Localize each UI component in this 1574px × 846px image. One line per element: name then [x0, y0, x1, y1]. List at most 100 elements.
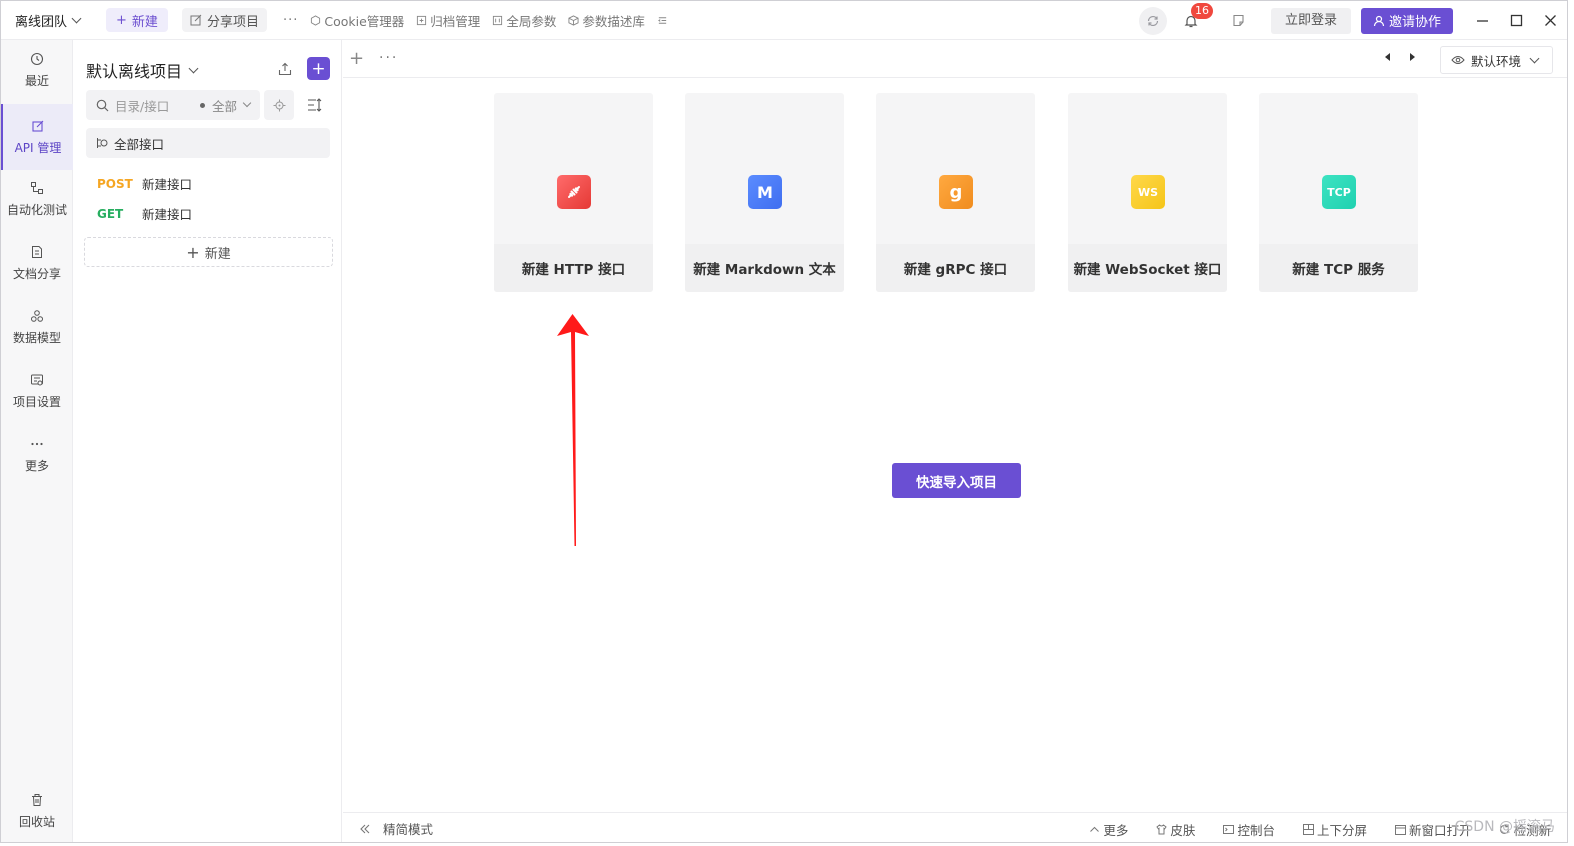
cookie-manager-label: Cookie管理器 — [324, 13, 405, 29]
api-list-icon — [97, 138, 108, 148]
tab-next-icon[interactable] — [1407, 52, 1417, 62]
method-badge-get: GET — [97, 206, 124, 221]
rail-item-label: 项目设置 — [12, 395, 61, 409]
status-item-label: 皮肤 — [1170, 822, 1196, 838]
global-params-button[interactable]: 全局参数 — [492, 11, 556, 30]
api-item[interactable]: GET 新建接口 — [97, 204, 192, 223]
rail-item-api-management[interactable]: API 管理 — [1, 104, 73, 170]
maximize-icon — [1510, 14, 1522, 27]
tree-new-label: 新建 — [204, 246, 231, 262]
invite-button-label: 邀请协作 — [1388, 15, 1441, 30]
console-icon — [1223, 824, 1235, 834]
more-menu-button[interactable]: ··· — [283, 13, 298, 28]
rail-item-automation[interactable]: 自动化测试 — [1, 181, 73, 218]
cube-icon — [568, 14, 579, 26]
main-area: + ··· 默认环境 新建 HTTP 接口 M 新建 Markdown 文本 g… — [343, 40, 1567, 842]
method-badge-post: POST — [97, 176, 133, 191]
cookie-icon — [311, 14, 321, 26]
console-button[interactable]: 控制台 — [1223, 820, 1275, 839]
rail-item-recent[interactable]: 最近 — [1, 52, 73, 89]
double-chevron-left-icon — [360, 824, 370, 833]
new-http-card[interactable]: 新建 HTTP 接口 — [494, 93, 653, 292]
minimize-icon — [1476, 20, 1488, 22]
login-button[interactable]: 立即登录 — [1270, 7, 1351, 34]
tab-bar: + ··· 默认环境 — [343, 40, 1567, 78]
top-right-actions: 16 立即登录 邀请协作 — [1138, 1, 1567, 40]
sort-icon — [308, 98, 322, 112]
rail-item-label: 数据模型 — [12, 331, 61, 345]
rail-item-more[interactable]: 更多 — [1, 437, 73, 474]
chevron-down-icon — [1529, 53, 1540, 63]
api-item[interactable]: POST 新建接口 — [97, 174, 192, 193]
window-icon — [1394, 824, 1406, 835]
method-filter-select[interactable]: 全部 — [199, 96, 252, 115]
sync-button[interactable] — [1138, 6, 1167, 35]
left-rail: 最近 API 管理 自动化测试 文档分享 数据模型 项目设置 更多 回收站 — [1, 40, 73, 842]
card-label: 新建 gRPC 接口 — [876, 244, 1035, 292]
notifications-button[interactable]: 16 — [1179, 2, 1213, 33]
cookie-manager-button[interactable]: Cookie管理器 — [310, 11, 404, 30]
share-edit-icon — [190, 14, 202, 26]
minimize-button[interactable] — [1465, 1, 1499, 40]
locate-button[interactable] — [264, 90, 294, 120]
collapse-tools-button[interactable] — [657, 15, 668, 26]
new-tab-button[interactable]: + — [349, 48, 364, 69]
chevron-down-icon — [188, 63, 199, 73]
close-button[interactable] — [1533, 1, 1567, 40]
status-more-button[interactable]: 更多 — [1089, 820, 1128, 839]
chevron-up-icon — [1090, 826, 1100, 832]
new-tcp-card[interactable]: TCP 新建 TCP 服务 — [1259, 93, 1418, 292]
skin-button[interactable]: 皮肤 — [1156, 820, 1195, 839]
environment-label: 默认环境 — [1471, 53, 1522, 69]
tcp-icon: TCP — [1322, 175, 1356, 209]
user-icon — [1373, 15, 1385, 26]
sort-button[interactable] — [300, 90, 330, 120]
rail-item-trash[interactable]: 回收站 — [1, 793, 73, 830]
edit-icon — [32, 120, 44, 132]
watermark: CSDN @摇滚马 — [1454, 819, 1555, 835]
chevron-down-icon — [242, 98, 252, 108]
new-button[interactable]: + 新建 — [106, 8, 168, 32]
tree-new-button[interactable]: + 新建 — [84, 237, 333, 267]
chevron-down-icon — [71, 13, 82, 23]
add-item-button[interactable]: + — [307, 57, 330, 80]
plus-icon: + — [116, 12, 127, 28]
new-websocket-card[interactable]: WS 新建 WebSocket 接口 — [1068, 93, 1227, 292]
quick-import-button[interactable]: 快速导入项目 — [892, 463, 1021, 498]
team-switcher[interactable]: 离线团队 — [1, 1, 94, 40]
export-button[interactable] — [275, 59, 295, 79]
archive-manager-button[interactable]: 归档管理 — [416, 11, 480, 30]
card-label: 新建 HTTP 接口 — [494, 244, 653, 292]
team-name: 离线团队 — [15, 14, 68, 30]
rail-item-label: 自动化测试 — [6, 203, 67, 217]
note-icon — [1233, 14, 1245, 27]
export-icon — [278, 62, 292, 76]
trash-icon — [32, 794, 42, 806]
all-apis-item[interactable]: 全部接口 — [86, 128, 330, 158]
new-grpc-card[interactable]: g 新建 gRPC 接口 — [876, 93, 1035, 292]
grpc-icon: g — [939, 175, 973, 209]
rail-item-data-model[interactable]: 数据模型 — [1, 309, 73, 346]
archive-icon — [417, 15, 427, 25]
tree-search-input[interactable]: 目录/接口 全部 — [86, 90, 260, 120]
rail-item-doc-share[interactable]: 文档分享 — [1, 245, 73, 282]
rail-item-project-settings[interactable]: 项目设置 — [1, 373, 73, 410]
environment-select[interactable]: 默认环境 — [1440, 46, 1553, 74]
compact-mode-toggle[interactable]: 精简模式 — [343, 819, 433, 838]
notes-button[interactable] — [1227, 9, 1251, 33]
new-markdown-card[interactable]: M 新建 Markdown 文本 — [685, 93, 844, 292]
archive-manager-label: 归档管理 — [430, 13, 481, 29]
split-view-button[interactable]: 上下分屏 — [1302, 820, 1367, 839]
invite-button[interactable]: 邀请协作 — [1360, 7, 1453, 34]
maximize-button[interactable] — [1499, 1, 1533, 40]
api-tree-panel: 默认离线项目 + 目录/接口 全部 全部接口 POST 新建接口 GET 新建接… — [73, 40, 342, 842]
param-library-button[interactable]: 参数描述库 — [568, 11, 645, 30]
tab-prev-icon[interactable] — [1383, 52, 1393, 62]
target-icon — [273, 99, 285, 111]
project-switcher[interactable]: 默认离线项目 — [86, 58, 199, 82]
share-project-label: 分享项目 — [206, 14, 259, 30]
rail-item-label: 文档分享 — [12, 267, 61, 281]
tab-more-button[interactable]: ··· — [379, 50, 398, 66]
share-project-button[interactable]: 分享项目 — [181, 8, 267, 32]
rail-item-label: API 管理 — [14, 140, 62, 155]
